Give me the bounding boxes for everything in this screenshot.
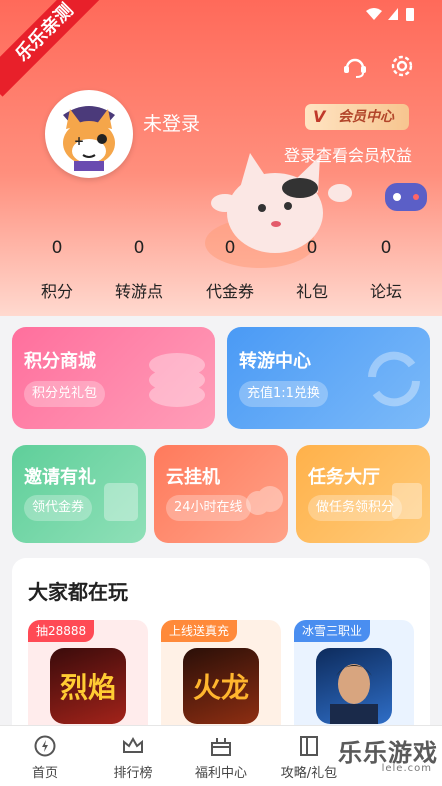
signal-battery-icon [366, 8, 414, 21]
card-title: 转游中心 [239, 351, 311, 372]
avatar[interactable]: + [45, 90, 133, 178]
card-subtitle: 积分兑礼包 [24, 381, 106, 407]
card-title: 任务大厅 [308, 467, 380, 488]
tab-welfare-center[interactable]: 福利中心 [176, 734, 266, 781]
customer-service-icon[interactable] [341, 52, 369, 80]
settings-gear-icon[interactable] [388, 52, 416, 80]
vip-benefits-link[interactable]: 登录查看会员权益 [284, 142, 412, 166]
home-icon [34, 735, 56, 757]
card-subtitle: 充值1:1兑换 [239, 381, 328, 407]
game-tag: 抽28888 [28, 620, 95, 642]
stat-forum[interactable]: 0 论坛 [344, 238, 428, 302]
coins-icon [149, 353, 205, 407]
crown-icon [123, 736, 143, 753]
stat-label: 论坛 [369, 282, 402, 301]
status-bar [364, 6, 424, 26]
cloud-hosting-card[interactable]: 云挂机 24小时在线 [154, 445, 288, 543]
card-subtitle: 24小时在线 [166, 495, 251, 521]
login-status[interactable]: 未登录 [143, 109, 200, 136]
profile-header: + 未登录 V 会员中心 登录查看会员权益 0 积分 0 转游点 0 代金券 0… [0, 0, 442, 316]
game-icon-text: 烈焰 [59, 671, 116, 704]
exchange-icon [368, 351, 420, 407]
game-character-icon [330, 664, 378, 724]
tab-label: 攻略/礼包 [280, 766, 338, 781]
stat-transfer-points[interactable]: 0 转游点 [97, 238, 181, 302]
tab-label: 福利中心 [194, 766, 247, 781]
game-card-3[interactable]: 冰雪三职业 [294, 620, 414, 740]
vip-center-badge[interactable]: V 会员中心 [305, 104, 409, 130]
game-tag: 冰雪三职业 [294, 620, 371, 642]
card-title: 邀请有礼 [24, 467, 96, 488]
stat-vouchers[interactable]: 0 代金券 [188, 238, 272, 302]
game-card-1[interactable]: 抽28888 烈焰 [28, 620, 148, 740]
tab-home[interactable]: 首页 [0, 734, 90, 781]
avatar-cat-icon: + [48, 93, 130, 175]
watermark-logo: 乐乐游戏 lele.com [338, 733, 438, 774]
voucher-icon [104, 483, 138, 521]
book-icon [300, 736, 318, 756]
game-icon: 烈焰 [50, 648, 126, 724]
invite-card[interactable]: 邀请有礼 领代金券 [12, 445, 146, 543]
stat-label: 转游点 [114, 282, 163, 301]
stat-value: 0 [133, 238, 145, 258]
tab-rankings[interactable]: 排行榜 [88, 734, 178, 781]
game-icon-text: 火龙 [192, 671, 249, 704]
transfer-center-card[interactable]: 转游中心 充值1:1兑换 [227, 327, 430, 429]
gift-icon [211, 738, 231, 756]
stat-label: 积分 [40, 282, 73, 301]
watermark-url: lele.com [381, 763, 432, 774]
stat-value: 0 [380, 238, 392, 258]
card-subtitle: 做任务领积分 [308, 495, 403, 521]
task-hall-card[interactable]: 任务大厅 做任务领积分 [296, 445, 430, 543]
game-tag: 上线送真充 [161, 620, 238, 642]
vip-center-label: 会员中心 [338, 109, 394, 125]
tab-label: 排行榜 [113, 766, 153, 781]
game-icon [316, 648, 392, 724]
stat-value: 0 [224, 238, 236, 258]
stat-label: 代金券 [205, 282, 254, 301]
svg-text:+: + [74, 134, 84, 148]
game-card-2[interactable]: 上线送真充 火龙 [161, 620, 281, 740]
card-title: 云挂机 [166, 467, 220, 488]
points-mall-card[interactable]: 积分商城 积分兑礼包 [12, 327, 215, 429]
vip-v-icon: V [313, 107, 326, 126]
stat-value: 0 [306, 238, 318, 258]
stat-label: 礼包 [295, 282, 328, 301]
tab-label: 首页 [31, 766, 58, 781]
card-subtitle: 领代金券 [24, 495, 93, 521]
card-title: 积分商城 [24, 351, 96, 372]
stat-gifts[interactable]: 0 礼包 [270, 238, 354, 302]
game-icon: 火龙 [183, 648, 259, 724]
stat-points[interactable]: 0 积分 [15, 238, 99, 302]
stat-value: 0 [51, 238, 63, 258]
section-title: 大家都在玩 [28, 580, 128, 604]
